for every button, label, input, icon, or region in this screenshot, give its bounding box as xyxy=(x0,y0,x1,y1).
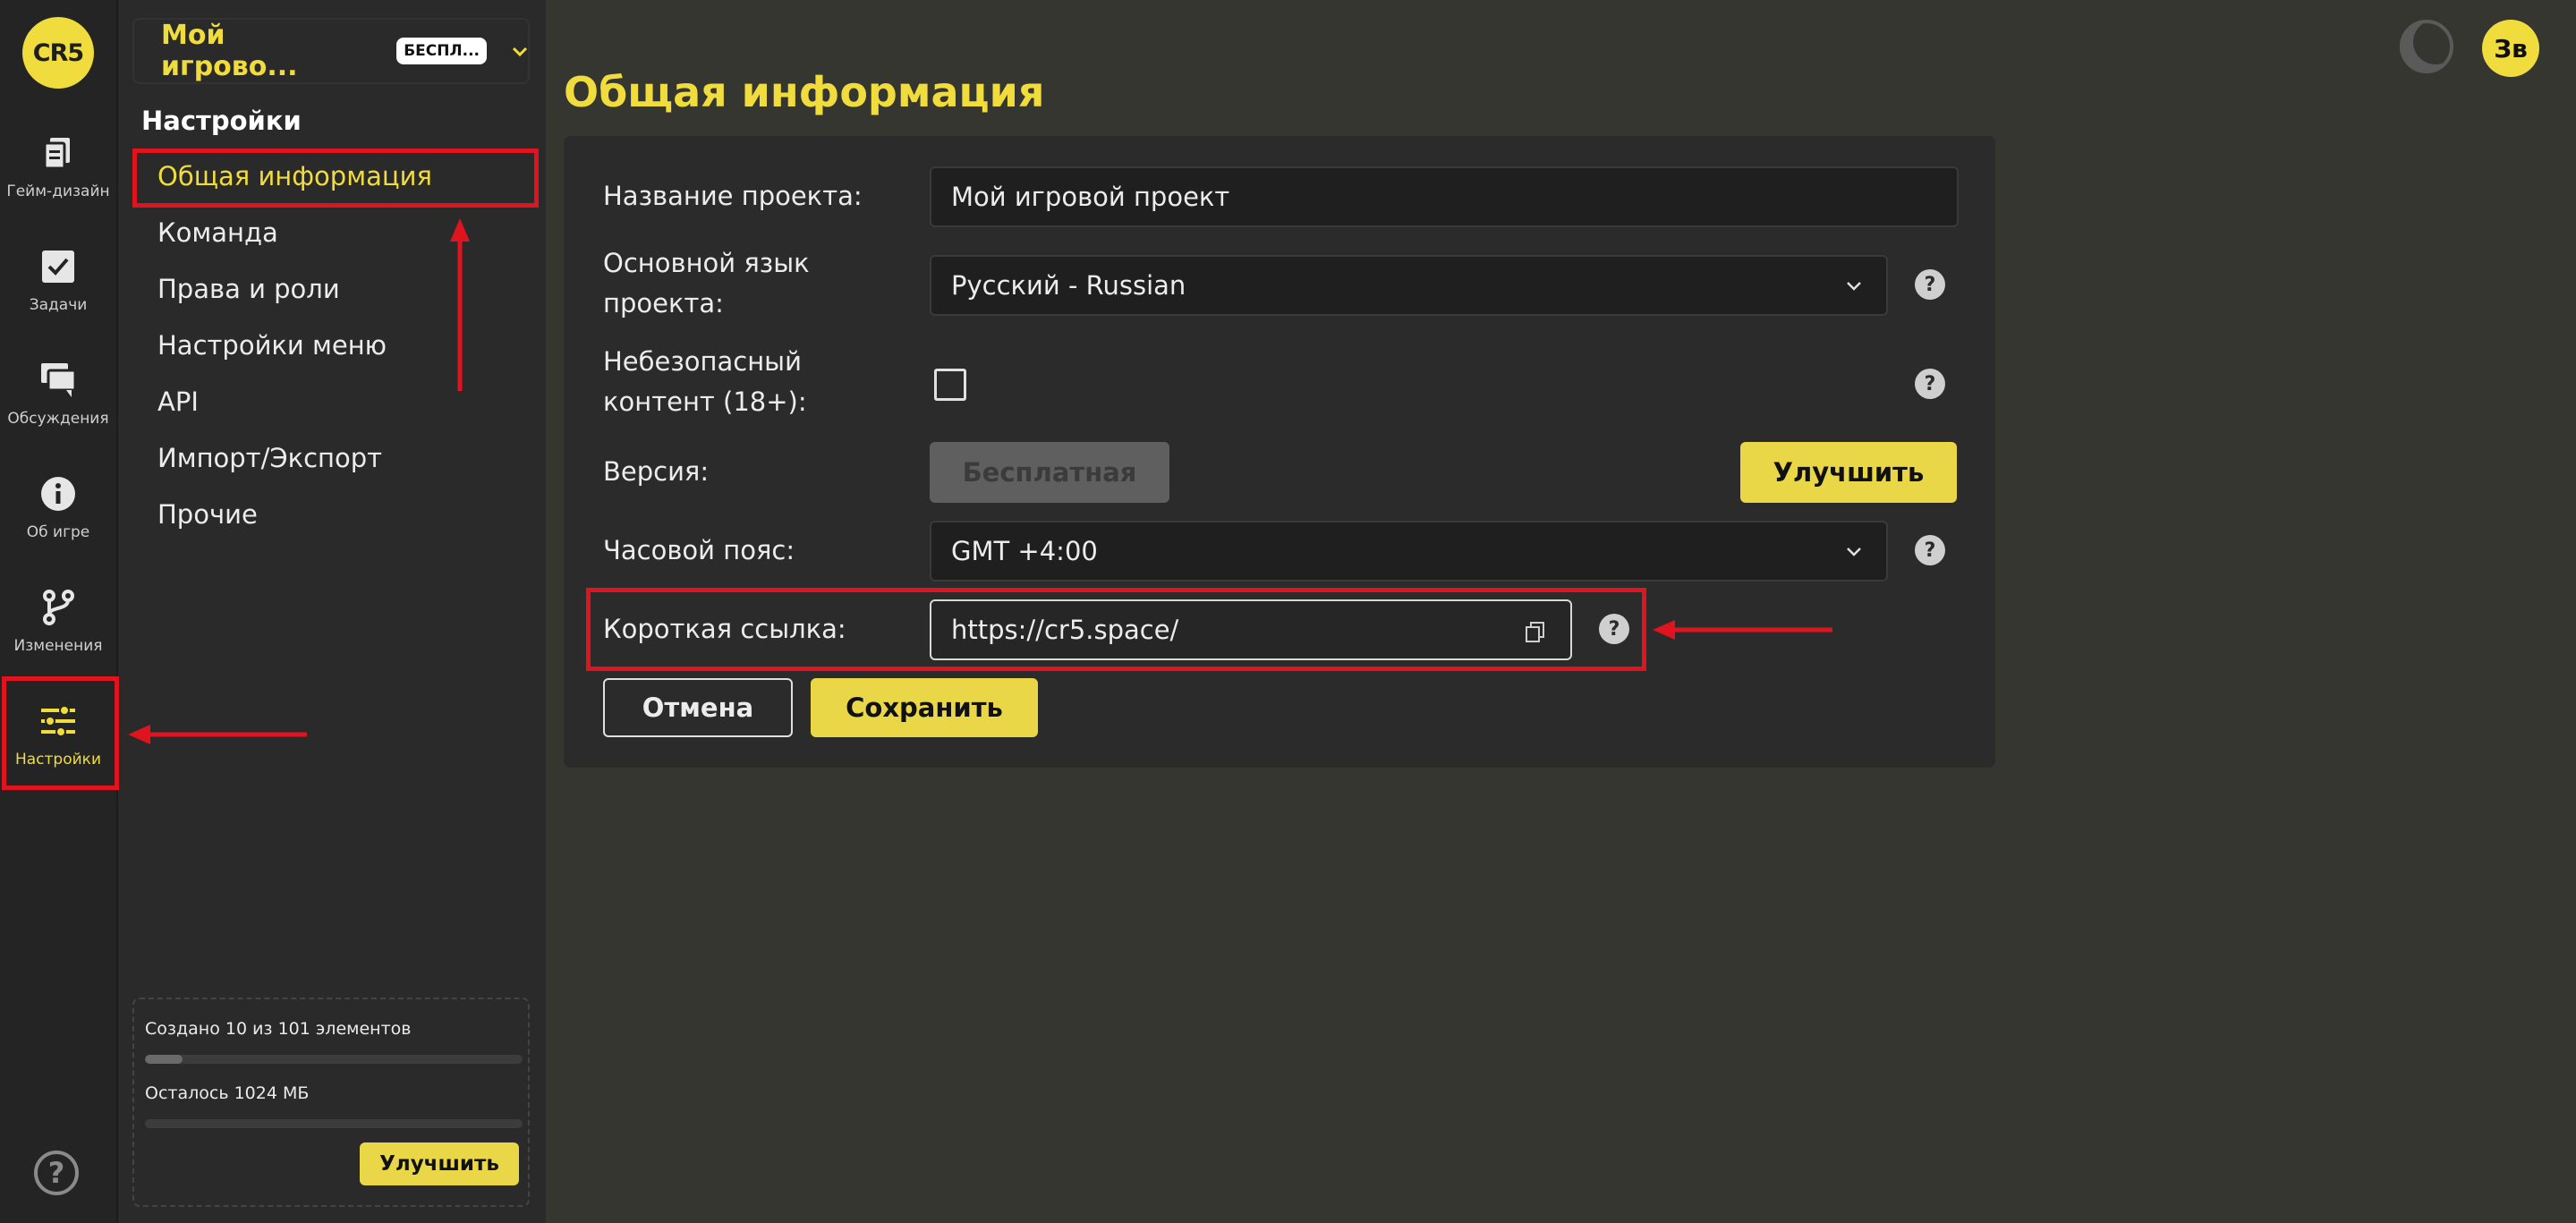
annotation-arrows xyxy=(128,218,1832,744)
arrow-up-annotation xyxy=(450,218,470,391)
arrow-left-annotation xyxy=(1653,620,1832,640)
arrow-left-annotation xyxy=(128,725,307,744)
